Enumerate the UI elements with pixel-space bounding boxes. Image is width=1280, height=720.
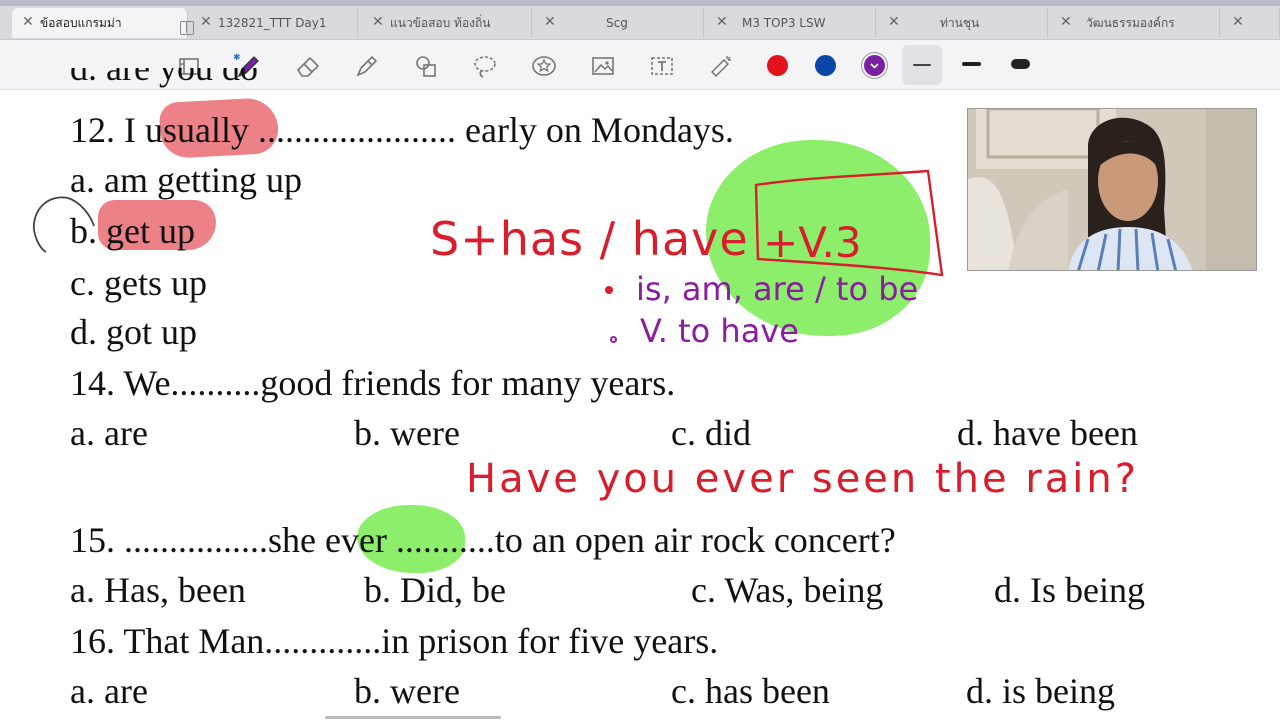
- presenter-video-image: [968, 109, 1256, 270]
- thin-line-icon: [913, 64, 931, 66]
- lasso-icon[interactable]: [469, 50, 501, 82]
- close-tab-icon[interactable]: ✕: [544, 14, 556, 30]
- tab-7[interactable]: ✕: [1222, 8, 1280, 38]
- question-15: 15. ................she ever ...........…: [70, 520, 896, 560]
- stroke-thick-option[interactable]: [1011, 59, 1030, 69]
- tab-label: M3 TOP3 LSW: [742, 16, 826, 30]
- svg-text:✱: ✱: [234, 53, 241, 63]
- q16-option-c: c. has been: [671, 671, 830, 711]
- scroll-indicator[interactable]: [325, 716, 501, 719]
- laser-icon[interactable]: [705, 50, 737, 82]
- q14-option-b: b. were: [354, 413, 460, 453]
- q16-option-b: b. were: [354, 671, 460, 711]
- stroke-thin-option[interactable]: [902, 45, 942, 85]
- close-tab-icon[interactable]: ✕: [888, 14, 900, 30]
- bullet-dot: [610, 336, 617, 343]
- tab-0[interactable]: ✕ ข้อสอบแกรมม่า: [12, 8, 194, 38]
- tab-label: 132821_TTT Day1: [218, 16, 327, 30]
- partial-question-line: d. are you do: [70, 68, 258, 88]
- formula-annotation: S+has / have: [430, 212, 749, 266]
- bullet-dot: [605, 286, 613, 294]
- tab-label: Scg: [606, 16, 628, 30]
- color-blue[interactable]: [815, 55, 836, 76]
- q14-option-d: d. have been: [957, 413, 1138, 453]
- q15-option-c: c. Was, being: [691, 570, 884, 610]
- browser-tab-bar: ✕ ข้อสอบแกรมม่า ✕ 132821_TTT Day1 ✕ แนวข…: [0, 0, 1280, 40]
- q12-option-c: c. gets up: [70, 263, 207, 303]
- q16-option-d: d. is being: [966, 671, 1115, 711]
- q12-option-d: d. got up: [70, 312, 198, 352]
- q14-option-a: a. are: [70, 413, 148, 453]
- sticker-icon[interactable]: [528, 50, 560, 82]
- tab-1[interactable]: ✕ 132821_TTT Day1: [190, 8, 358, 38]
- window-top-strip: [0, 0, 1280, 6]
- close-tab-icon[interactable]: ✕: [372, 14, 384, 30]
- close-tab-icon[interactable]: ✕: [1232, 14, 1244, 30]
- circle-mark-annotation: [33, 196, 95, 253]
- close-tab-icon[interactable]: ✕: [1060, 14, 1072, 30]
- q15-option-b: b. Did, be: [364, 570, 506, 610]
- example-sentence-annotation: Have you ever seen the rain?: [466, 456, 1139, 502]
- tab-6[interactable]: ✕ วัฒนธรรมองค์กร: [1050, 8, 1220, 38]
- q15-option-a: a. Has, been: [70, 570, 246, 610]
- webcam-overlay: [967, 108, 1257, 271]
- text-icon[interactable]: [646, 50, 678, 82]
- color-purple[interactable]: [864, 55, 885, 76]
- q16-option-a: a. are: [70, 671, 148, 711]
- image-icon[interactable]: [587, 50, 619, 82]
- bullet-annotation-2: V. to have: [640, 312, 799, 350]
- shapes-icon[interactable]: [410, 50, 442, 82]
- close-tab-icon[interactable]: ✕: [22, 14, 34, 30]
- q15-option-d: d. Is being: [994, 570, 1145, 610]
- question-12: 12. I usually ...................... ear…: [70, 110, 734, 150]
- boxed-v3-annotation: +V.3: [763, 218, 862, 267]
- close-tab-icon[interactable]: ✕: [716, 14, 728, 30]
- color-red[interactable]: [767, 55, 788, 76]
- tab-label: แนวข้อสอบ ท้องถิ่น: [390, 15, 491, 30]
- tab-label: วัฒนธรรมองค์กร: [1086, 15, 1175, 30]
- eraser-icon[interactable]: [292, 50, 324, 82]
- tab-5[interactable]: ✕ ท่านชุน: [878, 8, 1048, 38]
- bullet-annotation-1: is, am, are / to be: [636, 270, 919, 308]
- question-16: 16. That Man.............in prison for f…: [70, 621, 719, 661]
- tab-label: ข้อสอบแกรมม่า: [40, 15, 122, 30]
- close-tab-icon[interactable]: ✕: [200, 14, 212, 30]
- question-14: 14. We..........good friends for many ye…: [70, 363, 676, 403]
- tab-label: ท่านชุน: [940, 15, 980, 30]
- tab-4[interactable]: ✕ M3 TOP3 LSW: [706, 8, 876, 38]
- stroke-medium-option[interactable]: [962, 62, 981, 66]
- highlighter-icon[interactable]: [351, 50, 383, 82]
- tab-3[interactable]: ✕ Scg: [534, 8, 704, 38]
- tab-2[interactable]: ✕ แนวข้อสอบ ท้องถิ่น: [362, 8, 532, 38]
- q14-option-c: c. did: [671, 413, 751, 453]
